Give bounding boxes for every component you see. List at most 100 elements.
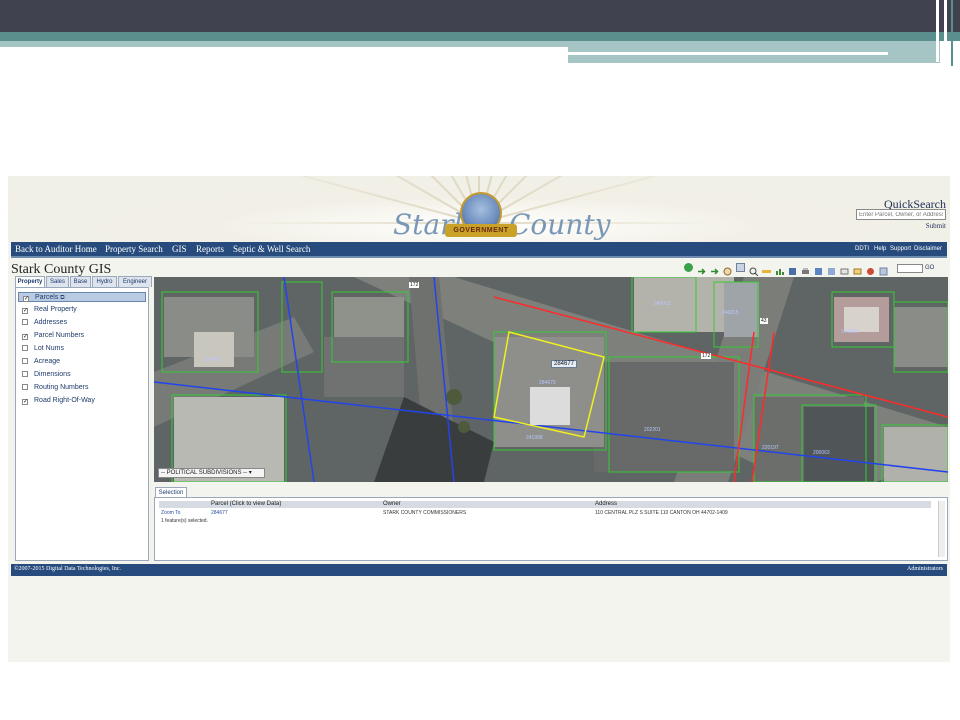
tab-hydro[interactable]: Hydro	[92, 276, 117, 287]
parcel-number-label: 244558	[841, 329, 858, 335]
route-shield-label: 172	[701, 353, 712, 359]
checkbox-icon[interactable]	[22, 345, 28, 351]
layer-label: Lot Nums	[34, 345, 64, 352]
dropdown-value: -- POLITICAL SUBDIVISIONS --	[161, 470, 248, 476]
nav-back-to-auditor-home[interactable]: Back to Auditor Home	[15, 244, 97, 254]
label-icon[interactable]	[866, 263, 875, 275]
slide-accent-stripe-left	[0, 41, 568, 47]
zoom-in-arrow-icon[interactable]	[697, 263, 706, 275]
copyright-text: ©2007-2015 Digital Data Technologies, In…	[14, 566, 122, 572]
slide-accent-line	[568, 52, 888, 55]
settings-icon[interactable]	[879, 263, 888, 276]
checkbox-icon[interactable]	[22, 384, 28, 390]
layer-label: Parcels	[35, 294, 59, 301]
col-header-address[interactable]: Address	[595, 501, 617, 507]
zoom-box-icon[interactable]	[736, 263, 745, 272]
tab-sales[interactable]: Sales	[46, 276, 69, 287]
select-icon[interactable]	[840, 263, 849, 275]
slide-header-band	[0, 0, 960, 32]
results-scrollbar[interactable]	[938, 501, 945, 557]
tab-engineer[interactable]: Engineer	[118, 276, 152, 287]
slide-vertical-line	[936, 0, 939, 62]
slide-accent-line-short	[776, 63, 938, 65]
layer-acreage[interactable]: Acreage	[22, 357, 60, 367]
layer-lot-nums[interactable]: Lot Nums	[22, 344, 64, 354]
result-address: 110 CENTRAL PLZ S SUITE 110 CANTON OH 44…	[595, 510, 728, 516]
identify-icon[interactable]	[827, 263, 836, 275]
layer-routing-numbers[interactable]: Routing Numbers	[22, 383, 88, 393]
tab-property[interactable]: Property	[15, 276, 45, 287]
map-search-input[interactable]	[897, 264, 923, 273]
checkbox-icon[interactable]: ✓	[22, 308, 28, 314]
political-subdivisions-dropdown[interactable]: -- POLITICAL SUBDIVISIONS -- ▾	[158, 468, 265, 478]
logo-word-right: County	[509, 208, 611, 241]
zoom-out-icon[interactable]	[749, 263, 759, 277]
globe-icon[interactable]	[684, 263, 693, 272]
parcel-number-label: 202201	[644, 427, 661, 433]
nav-support[interactable]: Support	[890, 246, 911, 252]
layer-label: Acreage	[34, 358, 61, 365]
layer-parcels[interactable]: ✓ Parcels ⧉	[18, 292, 146, 302]
layer-dimensions[interactable]: Dimensions	[22, 370, 71, 380]
map-canvas[interactable]: 284677 172 43 172 240062 246815 280442 2…	[154, 277, 948, 482]
layer-label: Real Property	[34, 306, 77, 313]
route-shield-label: 172	[409, 282, 420, 288]
parcel-number-label: 280442	[204, 357, 221, 363]
result-parcel-link[interactable]: 284677	[211, 510, 228, 516]
col-header-owner[interactable]: Owner	[383, 501, 401, 507]
tab-selection[interactable]: Selection	[155, 487, 187, 497]
layer-road-right-of-way[interactable]: ✓ Road Right-Of-Way	[22, 396, 95, 406]
checkbox-icon[interactable]: ✓	[22, 334, 28, 340]
print-icon[interactable]	[801, 263, 810, 274]
checkbox-icon[interactable]: ✓	[22, 399, 28, 405]
layer-label: Routing Numbers	[34, 384, 89, 391]
layer-label: Parcel Numbers	[34, 332, 85, 339]
gis-screenshot: Stark County GOVERNMENT QuickSearch Subm…	[8, 176, 950, 662]
zoom-to-link[interactable]: Zoom To	[161, 510, 180, 516]
layers-icon[interactable]	[788, 263, 797, 275]
checkbox-icon[interactable]	[22, 371, 28, 377]
pan-arrow-icon[interactable]	[710, 263, 719, 275]
map-go-button[interactable]: GO	[925, 265, 934, 271]
route-shield-label: 43	[760, 318, 768, 324]
chevron-down-icon: ▾	[248, 470, 252, 476]
slide-vertical-line	[951, 0, 953, 66]
nav-septic-well-search[interactable]: Septic & Well Search	[233, 244, 310, 254]
parcel-number-label: 220197	[762, 445, 779, 451]
clear-icon[interactable]	[853, 263, 862, 275]
layer-parcel-numbers[interactable]: ✓ Parcel Numbers	[22, 331, 84, 341]
parcel-label-selected[interactable]: 284677	[551, 360, 578, 368]
stark-county-logo[interactable]: Stark County GOVERNMENT	[393, 186, 610, 242]
chart-icon[interactable]	[775, 263, 784, 275]
main-nav: Back to Auditor Home Property Search GIS…	[11, 242, 947, 258]
checkbox-icon[interactable]	[22, 358, 28, 364]
site-banner: Stark County GOVERNMENT QuickSearch Subm…	[8, 176, 950, 242]
tab-base[interactable]: Base	[70, 276, 91, 287]
measure-icon[interactable]	[762, 263, 771, 273]
layer-real-property[interactable]: ✓ Real Property	[22, 305, 77, 315]
administrators-link[interactable]: Administrators	[907, 566, 943, 572]
logo-ribbon: GOVERNMENT	[445, 224, 517, 237]
col-header-parcel[interactable]: Parcel (Click to view Data)	[211, 501, 281, 507]
nav-property-search[interactable]: Property Search	[105, 244, 163, 254]
checkbox-icon[interactable]: ✓	[23, 296, 29, 302]
nav-help[interactable]: Help	[874, 246, 886, 252]
slide-accent-band	[0, 32, 960, 41]
selection-count: 1 feature(s) selected.	[161, 518, 208, 524]
slide-vertical-line	[944, 0, 947, 64]
nav-ddti[interactable]: DDTI	[855, 246, 869, 252]
quicksearch-submit-button[interactable]: Submit	[926, 222, 946, 230]
nav-disclaimer[interactable]: Disclaimer	[914, 246, 942, 252]
hand-icon[interactable]	[723, 263, 732, 276]
parcel-number-label: 246815	[722, 310, 739, 316]
nav-gis[interactable]: GIS	[172, 244, 187, 254]
layer-addresses[interactable]: Addresses	[22, 318, 67, 328]
info-link-icon[interactable]: ⧉	[60, 295, 64, 301]
selection-results-panel: Parcel (Click to view Data) Owner Addres…	[154, 497, 948, 561]
quicksearch-input[interactable]	[856, 209, 946, 220]
checkbox-icon[interactable]	[22, 319, 28, 325]
bookmark-icon[interactable]	[814, 263, 823, 275]
nav-reports[interactable]: Reports	[196, 244, 224, 254]
layer-label: Addresses	[34, 319, 68, 326]
parcel-number-label: 284670	[539, 380, 556, 386]
